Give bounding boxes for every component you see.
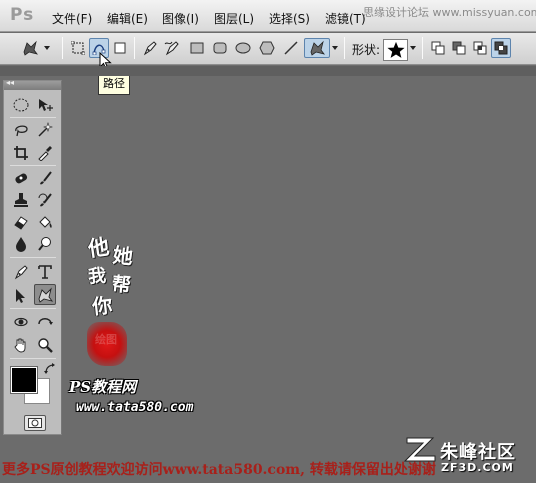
healing-brush-tool-icon[interactable] [10, 167, 32, 188]
combine-intersect-icon[interactable] [470, 38, 490, 58]
divider [344, 37, 345, 59]
top-watermark: 思缘设计论坛 www.missyuan.com [363, 6, 536, 19]
paint-bucket-tool-icon[interactable] [34, 211, 56, 232]
combine-exclude-icon[interactable] [491, 38, 511, 58]
history-brush-tool-icon[interactable] [34, 189, 56, 210]
custom-shape-tool-icon[interactable] [34, 284, 56, 305]
eraser-tool-icon[interactable] [10, 211, 32, 232]
shape-picker[interactable] [383, 39, 408, 61]
line-tool-icon[interactable] [281, 38, 301, 58]
divider [62, 37, 63, 59]
shape-label: 形状: [352, 43, 381, 57]
calligraphy-char: 我 [87, 265, 107, 288]
shape-layers-mode-button[interactable] [68, 38, 88, 58]
polygon-tool-icon[interactable] [257, 38, 277, 58]
custom-shape-tool-icon[interactable] [304, 38, 330, 58]
star-icon [386, 41, 405, 58]
crop-tool-icon[interactable] [10, 142, 32, 163]
divider [10, 358, 56, 359]
red-seal-stamp: 绘图 [87, 322, 127, 366]
calligraphy-char: 他 [86, 233, 111, 262]
freeform-pen-icon[interactable] [162, 38, 182, 58]
marquee-tool-icon[interactable] [10, 94, 32, 115]
3d-orbit-tool-icon[interactable] [34, 311, 56, 332]
menu-image[interactable]: 图像(I) [162, 10, 199, 27]
blur-tool-icon[interactable] [10, 233, 32, 254]
chevron-down-icon[interactable] [42, 38, 52, 58]
quick-mask-button[interactable] [24, 415, 46, 431]
seal-text: 绘图 [95, 333, 117, 346]
divider [10, 117, 56, 118]
divider [10, 165, 56, 166]
combine-add-icon[interactable] [428, 38, 448, 58]
menu-layer[interactable]: 图层(L) [214, 10, 254, 27]
zoom-tool-icon[interactable] [34, 334, 56, 355]
chevron-down-icon[interactable] [330, 38, 340, 58]
brush-tool-icon[interactable] [34, 167, 56, 188]
swap-colors-icon[interactable] [44, 363, 56, 375]
dodge-tool-icon[interactable] [34, 233, 56, 254]
ellipse-tool-icon[interactable] [233, 38, 253, 58]
menu-edit[interactable]: 编辑(E) [107, 10, 148, 27]
divider [134, 37, 135, 59]
lasso-tool-icon[interactable] [10, 119, 32, 140]
divider [422, 37, 423, 59]
rounded-rectangle-tool-icon[interactable] [210, 38, 230, 58]
clone-stamp-tool-icon[interactable] [10, 189, 32, 210]
bottom-banner: 更多PS原创教程欢迎访问www.tata580.com, 转载请保留出处谢谢 [2, 462, 436, 478]
rectangle-tool-icon[interactable] [187, 38, 207, 58]
app-logo: Ps [10, 5, 35, 25]
brand-watermark: PS教程网 [69, 378, 137, 396]
pen-icon[interactable] [140, 38, 160, 58]
fill-pixels-mode-button[interactable] [110, 38, 130, 58]
quick-select-tool-icon[interactable] [34, 119, 56, 140]
options-bar [0, 33, 536, 65]
menu-filter[interactable]: 滤镜(T) [325, 10, 366, 27]
foreground-color-swatch[interactable] [11, 367, 37, 393]
menu-file[interactable]: 文件(F) [52, 10, 92, 27]
3d-rotate-tool-icon[interactable] [10, 311, 32, 332]
calligraphy-char: 你 [90, 293, 114, 319]
move-tool-icon[interactable] [34, 94, 56, 115]
collapse-icon[interactable]: ◂◂ [6, 78, 14, 87]
type-tool-icon[interactable] [34, 261, 56, 282]
path-selection-tool-icon[interactable] [10, 285, 32, 306]
menu-bar: Ps 文件(F) 编辑(E) 图像(I) 图层(L) 选择(S) 滤镜(T) 思… [0, 0, 536, 32]
url-watermark: www.tata580.com [76, 400, 194, 415]
calligraphy-char: 帮 [110, 273, 132, 297]
menu-select[interactable]: 选择(S) [269, 10, 310, 27]
chevron-down-icon[interactable] [408, 38, 418, 58]
combine-subtract-icon[interactable] [449, 38, 469, 58]
calligraphy-char: 她 [111, 243, 135, 269]
divider [10, 308, 56, 309]
eyedropper-tool-icon[interactable] [34, 142, 56, 163]
tool-preset-picker[interactable] [18, 38, 42, 58]
hand-tool-icon[interactable] [10, 334, 32, 355]
divider [10, 257, 56, 258]
panel-strip [0, 66, 536, 76]
toolbox-header[interactable]: ◂◂ [4, 78, 61, 90]
pen-tool-icon[interactable] [10, 261, 32, 282]
